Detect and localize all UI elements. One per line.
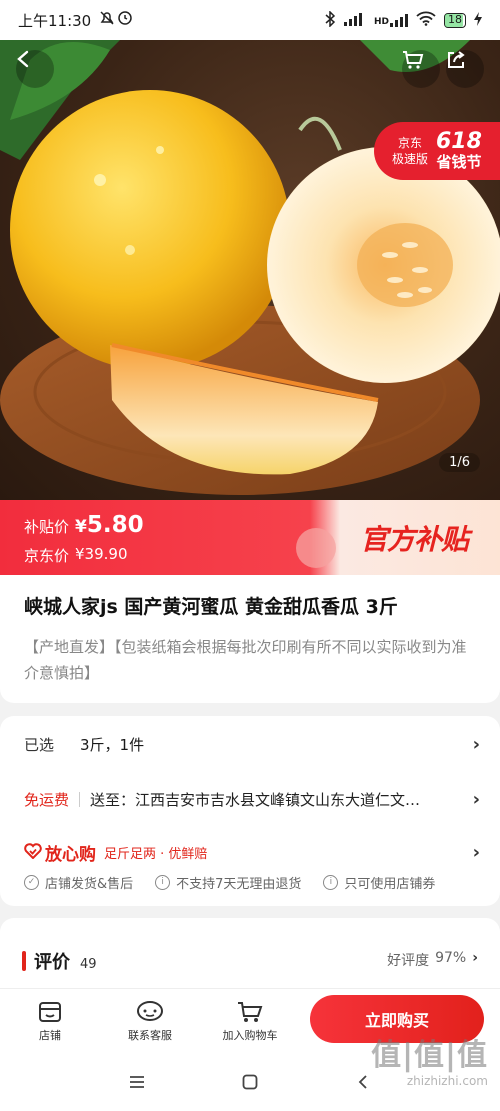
currency-symbol: ¥ (75, 517, 87, 537)
menu-button[interactable] (117, 1067, 157, 1097)
service-item: ✓ 店铺发货&售后 (24, 873, 133, 892)
official-subsidy-tag: 官方补贴 (360, 523, 469, 556)
spec-selector-row[interactable]: 已选 3斤，1件 › (24, 734, 480, 755)
divider (79, 792, 81, 807)
positive-rate-value: 97% (435, 950, 467, 966)
cart-button[interactable] (402, 50, 440, 88)
heart-shield-icon (24, 842, 42, 863)
hd-signal-icon: HD (374, 13, 408, 27)
selected-value: 3斤，1件 (80, 736, 145, 754)
share-button[interactable] (446, 50, 484, 88)
cart-icon (403, 51, 424, 69)
chevron-right-icon: › (472, 842, 480, 863)
status-time: 上午11:30 (18, 11, 92, 30)
home-icon (242, 1074, 258, 1090)
watermark-logo: 值|值|值 (371, 1038, 488, 1073)
chevron-right-icon: › (472, 950, 478, 966)
selected-label: 已选 (24, 736, 55, 754)
image-counter: 1/6 (439, 453, 480, 472)
shop-label: 店铺 (39, 1029, 61, 1042)
service-item: i 只可使用店铺券 (323, 873, 435, 892)
assurance-desc: 足斤足两 · 优鲜赔 (104, 847, 208, 862)
shipping-row[interactable]: 免运费 送至：江西吉安市吉水县文峰镇文山东大道仁文… › (24, 789, 480, 810)
add-to-cart-button[interactable]: 加入购物车 (210, 997, 290, 1043)
back-button[interactable] (16, 50, 54, 88)
jd-price-label: 京东价 (24, 547, 70, 565)
price-bar: 补贴价 ¥ 5.80 京东价 ¥39.90 官方补贴 (0, 500, 500, 575)
service-list: ✓ 店铺发货&售后 i 不支持7天无理由退货 i 只可使用店铺券 (24, 873, 435, 892)
share-icon (448, 51, 465, 68)
chevron-right-icon: › (472, 789, 480, 810)
reviews-card[interactable]: 评价 49 好评度 97% › (0, 918, 500, 998)
cart-icon (238, 1002, 263, 1022)
back-icon (359, 1075, 367, 1089)
subsidy-price-value: 5.80 (86, 512, 144, 538)
promo-number: 618 (436, 129, 482, 154)
service-item: i 不支持7天无理由退货 (155, 873, 301, 892)
product-title: 峡城人家js 国产黄河蜜瓜 黄金甜瓜香瓜 3斤 (24, 596, 398, 618)
subsidy-price-label: 补贴价 (24, 518, 70, 536)
chat-icon (137, 1001, 163, 1021)
battery-icon: 18 (444, 12, 466, 28)
promo-badge[interactable]: 京东 极速版 618 省钱节 (374, 122, 500, 180)
coin-decoration-icon (296, 528, 336, 568)
home-button[interactable] (230, 1067, 270, 1097)
customer-service-label: 联系客服 (128, 1029, 172, 1042)
options-card: 已选 3斤，1件 › 免运费 送至：江西吉安市吉水县文峰镇文山东大道仁文… › … (0, 716, 500, 906)
product-info-card: 峡城人家js 国产黄河蜜瓜 黄金甜瓜香瓜 3斤 【产地直发】【包装纸箱会根据每批… (0, 575, 500, 703)
status-bar: 上午11:30 HD 18 (0, 0, 500, 40)
watermark: 值|值|值 zhizhizhi.com (371, 1030, 488, 1088)
chevron-right-icon: › (472, 734, 480, 755)
customer-service-button[interactable]: 联系客服 (110, 997, 190, 1043)
bluetooth-icon (324, 9, 336, 30)
promo-line2: 极速版 (392, 152, 429, 166)
back-icon (17, 50, 29, 68)
charging-icon (474, 11, 482, 29)
promo-line1: 京东 (397, 136, 422, 150)
promo-slogan: 省钱节 (436, 153, 482, 171)
melon-illustration (0, 40, 500, 495)
add-to-cart-label: 加入购物车 (222, 1029, 278, 1042)
section-accent-bar (22, 951, 26, 971)
watermark-site: zhizhizhi.com (406, 1074, 488, 1088)
reviews-title: 评价 (34, 952, 70, 973)
info-circle-icon: i (323, 875, 339, 890)
menu-icon (129, 1076, 144, 1088)
shop-icon (39, 1002, 61, 1022)
positive-rate[interactable]: 好评度 97% › (387, 950, 478, 970)
info-circle-icon: i (155, 875, 171, 890)
check-circle-icon: ✓ (24, 875, 39, 890)
signal-icon (343, 12, 366, 29)
delivery-address: 送至：江西吉安市吉水县文峰镇文山东大道仁文… (90, 791, 421, 809)
jd-price-value: ¥39.90 (75, 545, 128, 563)
positive-rate-label: 好评度 (387, 953, 430, 969)
mute-alarm-icon (99, 10, 133, 30)
product-image[interactable]: 京东 极速版 618 省钱节 1/6 (0, 40, 500, 500)
product-description: 【产地直发】【包装纸箱会根据每批次印刷有所不同以实际收到为准介意慎拍】 (24, 638, 467, 682)
assurance-row[interactable]: 放心购 足斤足两 · 优鲜赔 › (24, 840, 480, 865)
assurance-name: 放心购 (45, 845, 96, 865)
reviews-count: 49 (80, 957, 97, 972)
free-shipping-label: 免运费 (24, 791, 70, 809)
wifi-icon (416, 11, 436, 29)
shop-button[interactable]: 店铺 (10, 997, 90, 1043)
